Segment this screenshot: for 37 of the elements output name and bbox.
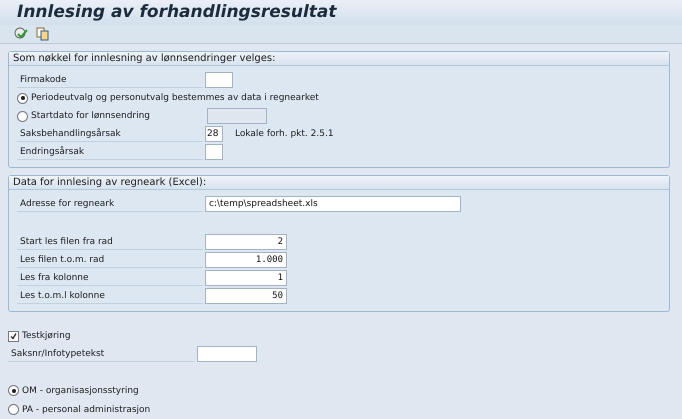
group-title: Data for innlesing av regneark (Excel): [9,176,669,190]
field-label: Les t.o.m.l kolonne [17,288,203,304]
checkmark-icon [10,332,17,340]
field-label: Adresse for regneark [17,196,203,212]
input-field[interactable]: 2 [205,234,287,250]
checkbox[interactable] [8,330,19,342]
input-field[interactable] [205,144,223,160]
field-label: Endringsårsak [17,144,203,160]
group-title: Som nøkkel for innlesning av lønnsendringer velges: [9,52,669,66]
execute-icon [14,26,28,41]
radio-button-selected[interactable] [8,385,19,396]
variant-button[interactable] [35,26,51,42]
field-label: Les fra kolonne [17,270,203,286]
input-field[interactable] [205,72,233,88]
input-field[interactable] [197,346,257,362]
input-field[interactable]: 50 [205,288,287,304]
field-note: Lokale forh. pkt. 2.5.1 [235,129,334,139]
field-label: Saksnr/Infotypetekst [8,346,195,362]
radio-label: PA - personal administrasjon [22,404,150,414]
radio-button[interactable] [17,110,28,122]
radio-label: Startdato for lønnsendring [31,111,150,121]
input-field[interactable]: 1.000 [205,252,287,268]
input-field[interactable] [207,108,267,124]
field-label: Saksbehandlingsårsak [17,126,203,142]
radio-label: Periodeutvalg og personutvalg bestemmes av data i regnearket [31,93,319,103]
radio-button-selected[interactable] [17,92,28,104]
input-field[interactable]: 1 [205,270,287,286]
radio-label: OM - organisasjonsstyring [22,386,139,396]
copy-icon [36,26,50,41]
checkbox-label: Testkjøring [22,331,71,341]
input-field[interactable]: 28 [205,126,223,142]
window-title: Innlesing av forhandlingsresultat [17,2,337,22]
field-label: Firmakode [17,72,203,88]
field-label: Start les filen fra rad [17,234,203,250]
field-label: Les filen t.o.m. rad [17,252,203,268]
radio-button[interactable] [8,404,19,415]
input-field[interactable]: c:\temp\spreadsheet.xls [205,196,461,212]
